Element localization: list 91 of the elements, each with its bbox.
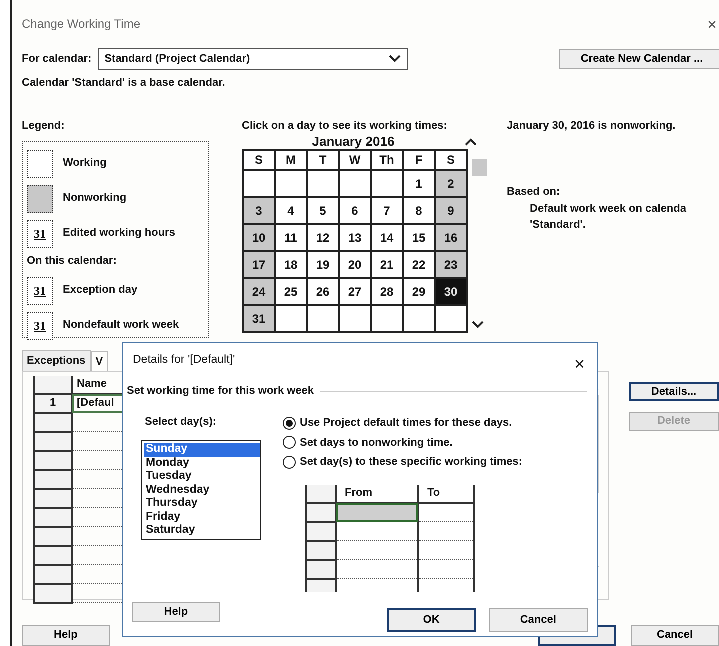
- weekday-label: M: [275, 150, 307, 170]
- day-option[interactable]: Tuesday: [144, 470, 260, 484]
- window-title: Change Working Time: [22, 16, 140, 33]
- field-label: For calendar:: [22, 52, 92, 67]
- based-on-text: Default work week on calenda: [529, 202, 688, 216]
- close-button[interactable]: ×: [574, 352, 585, 376]
- based-on-label: Based on:: [507, 185, 562, 200]
- calendar-day[interactable]: 12: [307, 224, 339, 251]
- calendar-day[interactable]: 10: [243, 224, 275, 251]
- scroll-up-icon[interactable]: [465, 138, 477, 146]
- legend-swatch: 31: [27, 220, 53, 248]
- close-button[interactable]: ×: [708, 12, 717, 40]
- legend-swatch: 31: [27, 312, 53, 340]
- tab[interactable]: Exceptions: [22, 350, 91, 371]
- calendar-day[interactable]: 17: [243, 251, 275, 278]
- weekday-label: S: [243, 150, 275, 170]
- help-button[interactable]: Help: [22, 625, 110, 646]
- day-option[interactable]: Saturday: [144, 524, 260, 538]
- day-option[interactable]: Sunday: [144, 443, 260, 456]
- field-label: Select day(s):: [145, 414, 218, 430]
- legend-subtitle: On this calendar:: [27, 254, 118, 269]
- dialog-button[interactable]: OK: [387, 608, 476, 632]
- calendar-day[interactable]: 29: [403, 278, 435, 305]
- calendar-day[interactable]: 1: [403, 170, 435, 197]
- radio-button[interactable]: [283, 456, 296, 469]
- legend-swatch: [27, 184, 53, 212]
- calendar-day[interactable]: 14: [371, 224, 403, 251]
- calendar-day[interactable]: 2: [435, 170, 467, 197]
- legend-label: Edited working hours: [63, 226, 176, 242]
- calendar-day[interactable]: 8: [403, 197, 435, 224]
- calendar-day[interactable]: 3: [243, 197, 275, 224]
- calendar-day[interactable]: 24: [243, 278, 275, 305]
- calendar-day[interactable]: 7: [371, 197, 403, 224]
- calendar-day[interactable]: 31: [243, 305, 275, 332]
- radio-button[interactable]: [283, 436, 296, 450]
- dialog-title: Details for '[Default]': [133, 353, 236, 368]
- legend-label: Nondefault work week: [63, 318, 180, 334]
- calendar-day[interactable]: 27: [339, 278, 371, 305]
- legend-label: Working: [63, 156, 107, 172]
- day-list[interactable]: Sunday Monday Tuesday Wednesday Thursday Friday Saturday: [141, 440, 261, 540]
- legend-label: Nonworking: [63, 191, 127, 206]
- scroll-down-icon[interactable]: [472, 321, 484, 329]
- calendar-day[interactable]: 9: [435, 197, 467, 224]
- radio-label: Use Project default times for these days.: [300, 416, 512, 431]
- calendar-dropdown[interactable]: Standard (Project Calendar): [98, 48, 408, 70]
- radio-label: Set days to nonworking time.: [300, 436, 453, 450]
- calendar-day[interactable]: 22: [403, 251, 435, 278]
- month-title: January 2016: [311, 133, 396, 152]
- day-option[interactable]: Thursday: [144, 497, 260, 510]
- calendar-day[interactable]: 21: [371, 251, 403, 278]
- legend-swatch: 31: [27, 276, 53, 304]
- weekday-label: T: [307, 150, 339, 170]
- calendar-day[interactable]: 30: [435, 278, 467, 305]
- calendar-day[interactable]: 20: [339, 251, 371, 278]
- day-option[interactable]: Friday: [144, 510, 260, 524]
- legend-label: Exception day: [63, 283, 138, 298]
- dialog-button[interactable]: Cancel: [488, 608, 588, 632]
- calendar-day[interactable]: 11: [275, 224, 307, 251]
- calendar-day[interactable]: 4: [275, 197, 307, 224]
- day-status: January 30, 2016 is nonworking.: [507, 118, 677, 134]
- calendar-day[interactable]: 5: [307, 197, 339, 224]
- calendar-day[interactable]: 6: [339, 197, 371, 224]
- day-option[interactable]: Monday: [144, 456, 260, 470]
- legend-swatch: [27, 150, 53, 178]
- based-on-text: 'Standard'.: [529, 218, 587, 233]
- calendar-note: Calendar 'Standard' is a base calendar.: [22, 76, 226, 91]
- calendar-day[interactable]: 28: [371, 278, 403, 305]
- column-header: To: [418, 485, 474, 502]
- radio-label: Set day(s) to these specific working times:: [300, 455, 523, 470]
- cancel-button[interactable]: Cancel: [631, 625, 719, 646]
- calendar-prompt: Click on a day to see its working times:: [242, 118, 448, 134]
- legend-title: Legend:: [22, 118, 66, 134]
- calendar-day[interactable]: 13: [339, 224, 371, 251]
- calendar-day[interactable]: 15: [403, 224, 435, 251]
- tab[interactable]: V: [90, 351, 108, 371]
- scroll-thumb[interactable]: [472, 159, 487, 176]
- dialog-button[interactable]: Help: [132, 602, 220, 622]
- create-calendar-button[interactable]: Create New Calendar ...: [559, 49, 719, 69]
- weekday-label: F: [403, 150, 435, 170]
- calendar-day[interactable]: 25: [275, 278, 307, 305]
- calendar-day[interactable]: 26: [307, 278, 339, 305]
- calendar-day[interactable]: 19: [307, 251, 339, 278]
- calendar-day[interactable]: 16: [435, 224, 467, 251]
- calendar-day[interactable]: 23: [435, 251, 467, 278]
- weekday-label: Th: [371, 150, 403, 170]
- calendar-day[interactable]: 18: [275, 251, 307, 278]
- weekday-label: W: [339, 150, 371, 170]
- side-button[interactable]: Details...: [629, 382, 719, 401]
- weekday-label: S: [435, 150, 467, 170]
- day-option[interactable]: Wednesday: [144, 484, 260, 497]
- radio-button[interactable]: [283, 416, 296, 430]
